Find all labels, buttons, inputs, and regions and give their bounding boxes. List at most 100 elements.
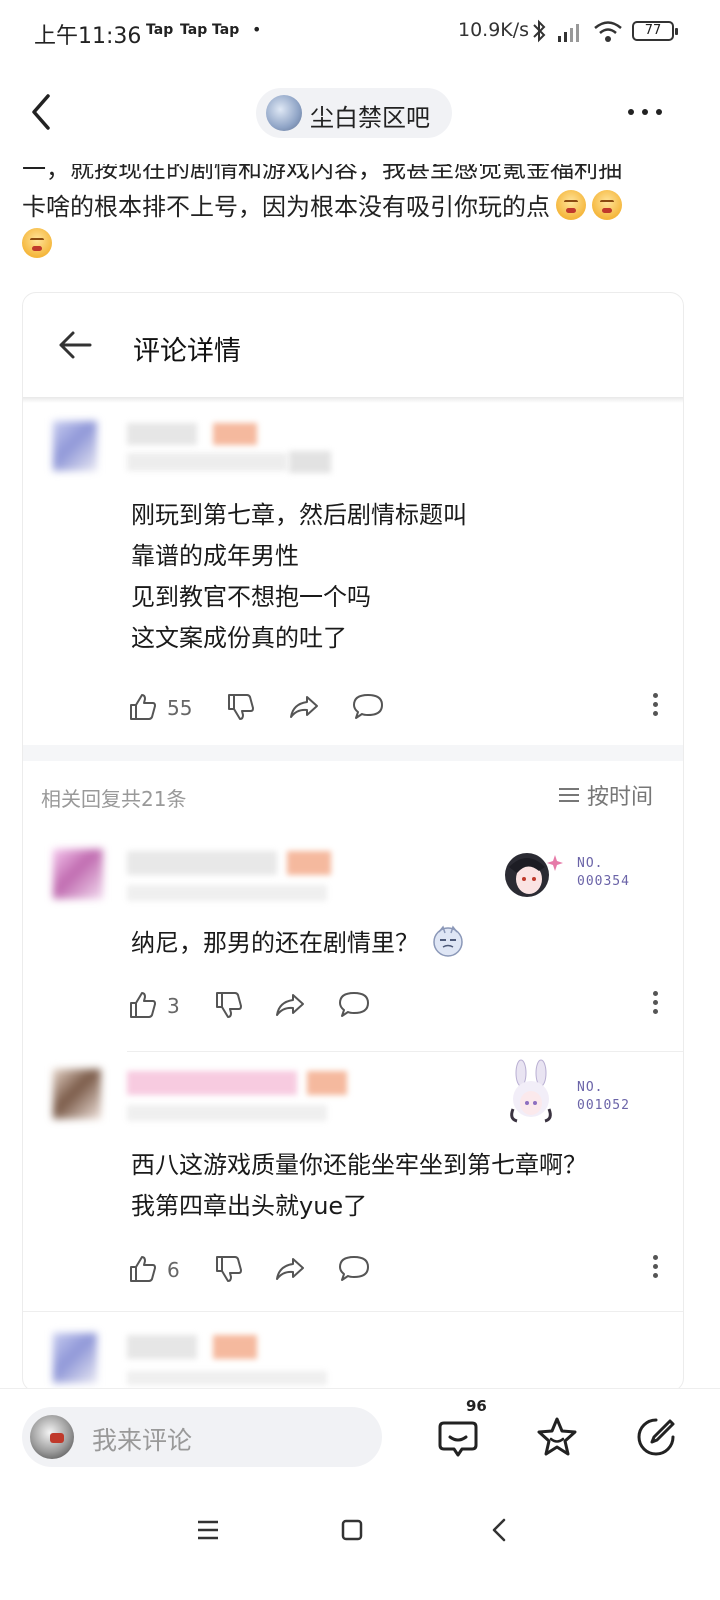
username-blurred: [127, 1335, 197, 1359]
comment-actions: 55: [127, 689, 667, 725]
avatar[interactable]: [53, 1333, 97, 1383]
kebab-icon[interactable]: [653, 991, 659, 1017]
thumb-down-icon[interactable]: [213, 1251, 245, 1287]
avatar[interactable]: [53, 1069, 101, 1119]
home-icon[interactable]: [332, 1510, 372, 1550]
avatar[interactable]: [53, 421, 97, 471]
forum-avatar: [266, 95, 302, 131]
status-time: 上午11:36: [34, 24, 142, 49]
username-blurred: [127, 423, 197, 445]
level-badge-blurred: [213, 1335, 257, 1359]
comment-line: 刚玩到第七章，然后剧情标题叫: [131, 501, 467, 529]
user-badge: NO. 000354: [499, 845, 649, 905]
kebab-icon[interactable]: [653, 1255, 659, 1281]
avatar[interactable]: [53, 849, 103, 899]
sort-icon: [559, 788, 579, 802]
comment-input[interactable]: 我来评论: [22, 1407, 382, 1467]
battery-indicator: 77: [632, 21, 678, 41]
username-blurred: [127, 851, 277, 875]
reply-actions: 3: [127, 987, 667, 1023]
emoji-grin-icon: [22, 228, 52, 258]
section-divider: [23, 745, 683, 761]
comments-icon[interactable]: [436, 1415, 480, 1459]
back-arrow-icon[interactable]: [57, 329, 93, 361]
share-icon[interactable]: [273, 987, 307, 1023]
card-title: 评论详情: [133, 336, 241, 367]
reply-text: 纳尼，那男的还在剧情里？: [131, 923, 465, 964]
signal-icon: [558, 24, 579, 42]
comment-placeholder: 我来评论: [92, 1426, 193, 1455]
thumb-up-icon[interactable]: [127, 689, 159, 725]
status-bar: 上午11:36 Tap Tap Tap • 10.9K/s 77: [0, 0, 720, 64]
comment-detail-card: 评论详情 刚玩到第七章，然后剧情标题叫 靠谱的成年男性 见到教官不想抱一个吗 这…: [22, 292, 684, 1392]
card-header: 评论详情: [23, 293, 683, 397]
level-badge-blurred: [307, 1071, 347, 1095]
reply-item: NO. 001052 西八这游戏质量你还能坐牢坐到第七章啊？ 我第四章出头就yue…: [23, 1053, 683, 1315]
main-comment: 刚玩到第七章，然后剧情标题叫 靠谱的成年男性 见到教官不想抱一个吗 这文案成份真…: [23, 403, 683, 743]
meta-blurred: [127, 453, 287, 471]
reply-text: 西八这游戏质量你还能坐牢坐到第七章啊？ 我第四章出头就yue了: [131, 1145, 587, 1227]
post-line-3: [22, 226, 682, 264]
level-badge-blurred: [287, 851, 331, 875]
more-icon[interactable]: [628, 100, 672, 120]
comment-count-badge: 96: [466, 1397, 487, 1415]
edit-icon[interactable]: [634, 1415, 678, 1459]
sort-button[interactable]: 按时间: [559, 779, 653, 811]
top-navbar: 尘白禁区吧: [0, 74, 720, 150]
username-blurred: [127, 1071, 297, 1095]
reply-item: [23, 1313, 683, 1391]
notification-tap-2: Tap: [180, 22, 208, 38]
share-icon[interactable]: [273, 1251, 307, 1287]
back-icon[interactable]: [24, 88, 64, 136]
thumb-down-icon[interactable]: [213, 987, 245, 1023]
user-badge: NO. 001052: [499, 1059, 649, 1123]
bottom-action-bar: 我来评论 96: [0, 1388, 720, 1488]
bluetooth-icon: [533, 19, 546, 43]
navbar-shadow: [0, 150, 720, 164]
divider: [127, 1051, 683, 1052]
back-nav-icon[interactable]: [480, 1510, 520, 1550]
status-dot: •: [252, 20, 262, 39]
sticker-emoji-icon: [432, 925, 463, 957]
comment-line: 靠谱的成年男性: [131, 542, 299, 570]
post-body: 一，就按现在的剧情和游戏内容，我甚至感觉氪金福利抽 卡啥的根本排不上号，因为根本…: [22, 150, 682, 264]
reply-actions: 6: [127, 1251, 667, 1287]
like-count: 55: [167, 696, 193, 720]
comment-icon[interactable]: [351, 689, 385, 725]
notification-tap-3: Tap: [212, 22, 240, 38]
badge-number: NO. 000354: [577, 856, 630, 889]
comment-icon[interactable]: [337, 987, 371, 1023]
notification-tap-1: Tap: [146, 22, 174, 38]
menu-icon[interactable]: [188, 1510, 228, 1550]
reply-item: NO. 000354 纳尼，那男的还在剧情里？ 3: [23, 821, 683, 1051]
anime-badge-icon: [505, 853, 563, 897]
main-comment-text: 刚玩到第七章，然后剧情标题叫 靠谱的成年男性 见到教官不想抱一个吗 这文案成份真…: [131, 495, 467, 659]
share-icon[interactable]: [287, 689, 321, 725]
thumb-up-icon[interactable]: [127, 1251, 159, 1287]
network-speed: 10.9K/s: [458, 19, 530, 41]
comment-icon[interactable]: [337, 1251, 371, 1287]
anime-badge-icon: [510, 1059, 552, 1123]
sort-label: 按时间: [587, 785, 654, 810]
comment-line: 我第四章出头就yue了: [131, 1192, 368, 1220]
thumb-up-icon[interactable]: [127, 987, 159, 1023]
kebab-icon[interactable]: [653, 693, 659, 719]
user-avatar: [30, 1415, 74, 1459]
forum-pill-button[interactable]: 尘白禁区吧: [256, 88, 452, 138]
wifi-icon: [594, 21, 622, 42]
divider: [23, 1311, 683, 1312]
comment-line: 见到教官不想抱一个吗: [131, 583, 371, 611]
badge-number: NO. 001052: [577, 1080, 630, 1113]
meta-blurred: [127, 885, 327, 901]
emoji-grin-icon: [556, 190, 586, 220]
level-badge-blurred: [213, 423, 257, 445]
star-icon[interactable]: [535, 1415, 579, 1459]
like-count: 6: [167, 1258, 180, 1282]
thumb-down-icon[interactable]: [225, 689, 257, 725]
comment-line: 这文案成份真的吐了: [131, 624, 347, 652]
meta-blurred: [289, 451, 331, 473]
meta-blurred: [127, 1105, 327, 1121]
emoji-grin-icon: [592, 190, 622, 220]
like-count: 3: [167, 994, 180, 1018]
meta-blurred: [127, 1371, 327, 1385]
